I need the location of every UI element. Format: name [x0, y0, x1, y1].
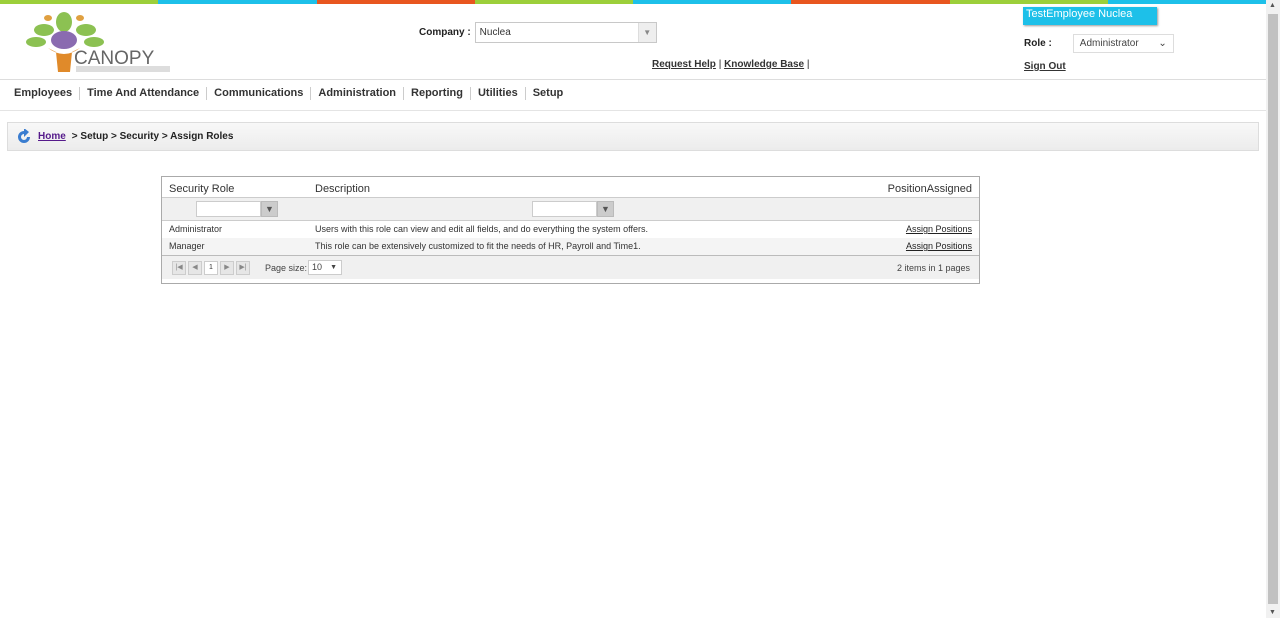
nav-time-and-attendance[interactable]: Time And Attendance [80, 87, 208, 100]
first-page-icon[interactable]: |◀ [172, 261, 186, 275]
color-bar-segment [158, 0, 317, 4]
role-cell: Manager [169, 241, 205, 251]
caret-down-icon: ▼ [330, 264, 337, 271]
breadcrumb: Home > Setup > Security > Assign Roles [7, 122, 1259, 151]
vertical-scrollbar[interactable]: ▲ ▼ [1266, 0, 1280, 618]
scroll-up-icon[interactable]: ▲ [1269, 2, 1276, 9]
page-1-button[interactable]: 1 [204, 261, 218, 275]
prev-page-icon[interactable]: ◀ [188, 261, 202, 275]
color-bar-segment [633, 0, 792, 4]
assign-positions-link[interactable]: Assign Positions [906, 224, 972, 234]
next-page-icon[interactable]: ▶ [220, 261, 234, 275]
filter-icon[interactable]: ▼ [597, 201, 614, 217]
sign-out-link[interactable]: Sign Out [1024, 61, 1066, 72]
color-bar-segment [791, 0, 950, 4]
request-help-link[interactable]: Request Help [652, 59, 716, 70]
pager-info: 2 items in 1 pages [896, 263, 970, 273]
refresh-icon[interactable] [16, 128, 32, 145]
color-bar-segment [474, 0, 633, 4]
role-select[interactable]: Administrator ⌄ [1072, 34, 1174, 53]
color-bar [0, 0, 1266, 4]
nav-employees[interactable]: Employees [7, 87, 81, 100]
breadcrumb-home-link[interactable]: Home [38, 131, 66, 142]
grid-header: Security Role Description PositionAssign… [162, 177, 979, 198]
table-row: Administrator Users with this role can v… [162, 221, 979, 238]
knowledge-base-link[interactable]: Knowledge Base [724, 59, 804, 70]
description-cell: Users with this role can view and edit a… [315, 224, 648, 234]
security-roles-grid: Security Role Description PositionAssign… [161, 176, 980, 284]
column-header-security-role[interactable]: Security Role [169, 183, 234, 195]
divider [0, 79, 1266, 80]
nav-reporting[interactable]: Reporting [404, 87, 471, 100]
color-bar-segment [949, 0, 1108, 4]
page-size-value: 10 [312, 262, 323, 272]
svg-text:CANOPY: CANOPY [74, 48, 155, 69]
description-filter-input[interactable] [532, 201, 597, 217]
company-label: Company : [419, 27, 471, 38]
dropdown-arrow-icon[interactable]: ▼ [637, 23, 656, 42]
last-page-icon[interactable]: ▶| [236, 261, 250, 275]
nav-utilities[interactable]: Utilities [471, 87, 526, 100]
assign-positions-link[interactable]: Assign Positions [906, 241, 972, 251]
role-cell: Administrator [169, 224, 223, 234]
main-nav: Employees Time And Attendance Communicat… [7, 87, 570, 100]
separator: | [806, 59, 810, 70]
column-header-position-assigned[interactable]: PositionAssigned [888, 183, 972, 195]
role-value: Administrator [1079, 38, 1139, 49]
description-cell: This role can be extensively customized … [315, 241, 641, 251]
page-size-label: Page size: [265, 263, 308, 273]
color-bar-segment [1107, 0, 1266, 4]
scroll-down-icon[interactable]: ▼ [1269, 609, 1276, 616]
filter-icon[interactable]: ▼ [261, 201, 278, 217]
canopy-logo: CANOPY [26, 12, 170, 72]
nav-communications[interactable]: Communications [207, 87, 312, 100]
nav-administration[interactable]: Administration [311, 87, 405, 100]
scrollbar-thumb[interactable] [1268, 14, 1278, 604]
company-value: Nuclea [479, 27, 511, 38]
filter-row: ▼ ▼ [162, 198, 979, 221]
column-header-description[interactable]: Description [315, 183, 370, 195]
color-bar-segment [316, 0, 475, 4]
breadcrumb-path: > Setup > Security > Assign Roles [71, 131, 234, 142]
security-role-filter-input[interactable] [196, 201, 261, 217]
grid-pager: |◀ ◀ 1 ▶ ▶| Page size: 10 ▼ 2 items in 1 … [162, 255, 979, 279]
user-name-badge: TestEmployee Nuclea [1023, 7, 1157, 25]
page-size-select[interactable]: 10 ▼ [308, 260, 342, 275]
company-selector: Company : Nuclea ▼ [419, 22, 657, 43]
nav-setup[interactable]: Setup [526, 87, 571, 100]
table-row: Manager This role can be extensively cus… [162, 238, 979, 255]
help-links: Request Help | Knowledge Base | [652, 59, 810, 70]
separator: | [718, 59, 722, 70]
chevron-down-icon: ⌄ [1158, 38, 1167, 49]
role-selector: Role : Administrator ⌄ [1024, 34, 1174, 53]
divider [0, 110, 1266, 111]
company-combobox[interactable]: Nuclea ▼ [474, 22, 657, 43]
color-bar-segment [0, 0, 159, 4]
role-label: Role : [1024, 38, 1052, 49]
